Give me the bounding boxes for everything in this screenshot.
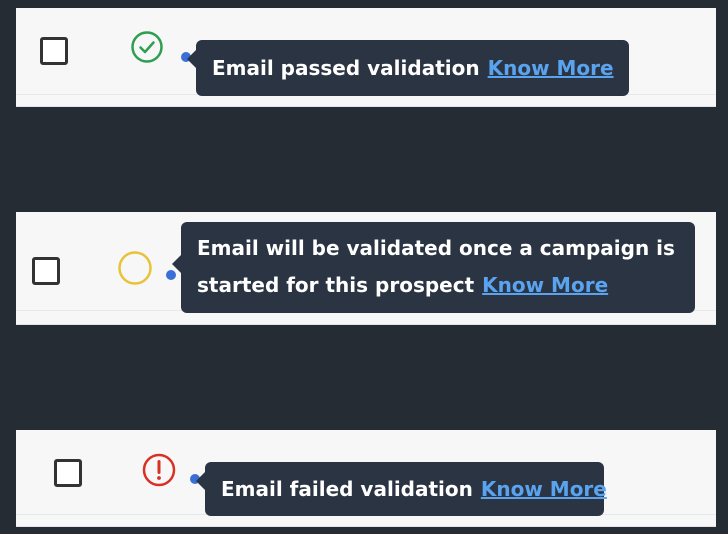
know-more-link[interactable]: Know More [488, 56, 614, 80]
know-more-link[interactable]: Know More [481, 477, 607, 501]
prospect-row-failed: Email failed validation Know More [16, 430, 716, 527]
know-more-link[interactable]: Know More [482, 273, 608, 297]
tooltip-text-line2: started for this prospect [197, 273, 475, 297]
row-select-checkbox[interactable] [54, 459, 82, 487]
exclamation-circle-icon[interactable] [141, 452, 177, 488]
tooltip-text: Email failed validation [221, 477, 473, 501]
row-select-checkbox[interactable] [32, 257, 60, 285]
row-select-checkbox[interactable] [40, 37, 68, 65]
tooltip-text: Email passed validation [212, 56, 480, 80]
validation-tooltip: Email failed validation Know More [196, 462, 607, 516]
prospect-row-passed: Email passed validation Know More [16, 8, 716, 107]
validation-tooltip: Email passed validation Know More [187, 40, 629, 96]
circle-outline-icon[interactable] [117, 250, 153, 286]
prospect-row-pending: Email will be validated once a campaign … [16, 212, 716, 325]
tooltip-text-line1: Email will be validated once a campaign … [197, 236, 675, 260]
validation-tooltip: Email will be validated once a campaign … [172, 222, 695, 313]
check-circle-icon[interactable] [130, 30, 164, 64]
